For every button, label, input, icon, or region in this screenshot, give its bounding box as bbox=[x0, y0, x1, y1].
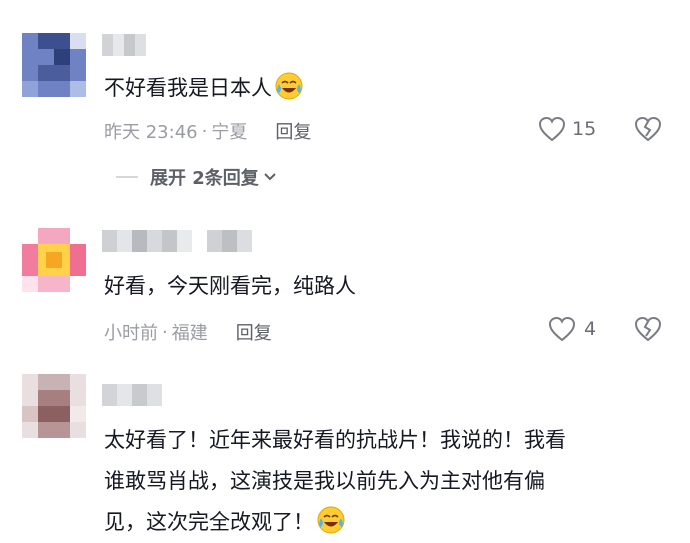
comment-text: 不好看我是日本人 bbox=[104, 70, 304, 107]
avatar[interactable] bbox=[22, 228, 86, 292]
like-button[interactable]: 4 bbox=[548, 316, 596, 342]
like-count: 15 bbox=[572, 118, 597, 140]
heart-outline-icon bbox=[548, 316, 576, 342]
avatar[interactable] bbox=[22, 33, 86, 97]
comment-2: 好看，今天刚看完，纯路人 小时前 · 福建 回复 4 bbox=[0, 210, 690, 370]
comment-text-content: 好看，今天刚看完，纯路人 bbox=[104, 274, 356, 298]
comment-meta: 昨天 23:46 · 宁夏 回复 bbox=[104, 118, 311, 144]
comment-text-line: 太好看了！近年来最好看的抗战片！我说的！我看 bbox=[104, 428, 566, 452]
broken-heart-icon[interactable] bbox=[634, 116, 662, 142]
reply-button[interactable]: 回复 bbox=[236, 319, 272, 345]
username-blurred[interactable] bbox=[102, 384, 162, 406]
comment-time: 小时前 bbox=[104, 323, 158, 344]
crying-laughing-emoji bbox=[317, 506, 345, 534]
reply-button[interactable]: 回复 bbox=[275, 118, 311, 144]
comment-text: 太好看了！近年来最好看的抗战片！我说的！我看 谁敢骂肖战，这演技是我以前先入为主… bbox=[104, 420, 566, 543]
comment-3: 太好看了！近年来最好看的抗战片！我说的！我看 谁敢骂肖战，这演技是我以前先入为主… bbox=[0, 372, 690, 538]
meta-separator: · bbox=[201, 120, 208, 142]
expand-replies-label: 展开 2条回复 bbox=[150, 168, 259, 189]
comment-text-content: 不好看我是日本人 bbox=[104, 76, 272, 100]
comment-text-line: 谁敢骂肖战，这演技是我以前先入为主对他有偏 bbox=[104, 469, 545, 493]
chevron-down-icon bbox=[264, 173, 276, 181]
comment-text-line-content: 见，这次完全改观了！ bbox=[104, 510, 314, 534]
comment-location: 福建 bbox=[171, 323, 208, 344]
comment-text-line: 见，这次完全改观了！ bbox=[104, 502, 566, 543]
comment-text: 好看，今天刚看完，纯路人 bbox=[104, 268, 356, 305]
avatar[interactable] bbox=[22, 374, 86, 438]
username-blurred[interactable] bbox=[102, 34, 146, 56]
like-count: 4 bbox=[584, 318, 597, 340]
expand-replies-button[interactable]: 展开 2条回复 bbox=[116, 164, 277, 190]
username-blurred[interactable] bbox=[102, 230, 252, 252]
comment-location: 宁夏 bbox=[211, 122, 248, 143]
comment-time: 昨天 23:46 bbox=[104, 122, 198, 143]
meta-separator: · bbox=[162, 321, 168, 343]
broken-heart-icon[interactable] bbox=[634, 316, 662, 342]
expand-divider bbox=[116, 176, 138, 178]
comment-1: 不好看我是日本人 昨天 23:46 · 宁夏 回复 15 展开 2条回复 bbox=[0, 0, 690, 200]
heart-outline-icon bbox=[538, 116, 566, 142]
like-button[interactable]: 15 bbox=[538, 116, 596, 142]
crying-laughing-emoji bbox=[275, 72, 303, 100]
comment-meta: 小时前 · 福建 回复 bbox=[104, 319, 272, 345]
